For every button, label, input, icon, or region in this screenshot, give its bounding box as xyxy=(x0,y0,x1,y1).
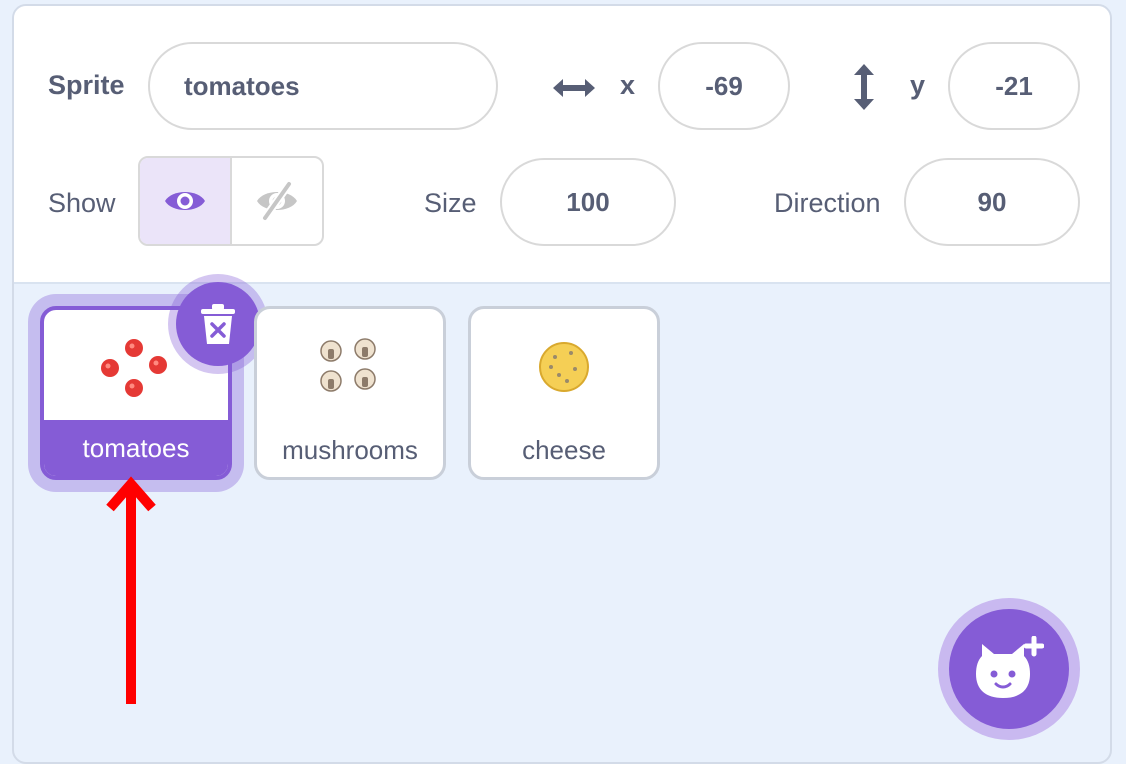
direction-value: 90 xyxy=(977,186,1007,217)
show-button[interactable] xyxy=(140,158,232,244)
direction-label: Direction xyxy=(774,188,881,218)
trash-icon xyxy=(201,304,235,344)
sprite-name-field[interactable]: tomatoes xyxy=(148,42,498,130)
x-value: -69 xyxy=(705,70,743,101)
sprite-tile-cheese[interactable]: cheese xyxy=(468,306,660,480)
sprite-thumbnail xyxy=(257,309,443,427)
x-position-field[interactable]: -69 xyxy=(658,42,790,130)
sprite-thumbnail xyxy=(471,309,657,427)
show-label: Show xyxy=(48,188,116,218)
size-label: Size xyxy=(424,188,477,218)
size-field[interactable]: 100 xyxy=(500,158,676,246)
sprite-pane: Sprite tomatoes x -69 y -21 Show Size 10… xyxy=(12,4,1112,764)
add-sprite-button[interactable] xyxy=(938,598,1080,740)
sprite-tile-label: mushrooms xyxy=(282,434,418,465)
sprite-tile-mushrooms[interactable]: mushrooms xyxy=(254,306,446,480)
sprite-name-value: tomatoes xyxy=(184,70,300,101)
mushroom-slices-icon xyxy=(320,338,376,392)
visibility-toggle xyxy=(138,156,324,246)
hide-button[interactable] xyxy=(232,158,322,244)
x-label: x xyxy=(620,70,636,100)
delete-sprite-button[interactable] xyxy=(176,282,260,366)
sprite-tile-label: tomatoes xyxy=(44,420,228,476)
sprite-tile-label: cheese xyxy=(522,434,606,465)
eye-slash-icon xyxy=(257,181,297,221)
sprite-label: Sprite xyxy=(48,70,125,100)
direction-field[interactable]: 90 xyxy=(904,158,1080,246)
y-position-field[interactable]: -21 xyxy=(948,42,1080,130)
red-arrow-annotation xyxy=(106,476,156,704)
cheese-icon xyxy=(539,342,589,392)
add-sprite-button-inner xyxy=(949,609,1069,729)
cat-plus-icon xyxy=(976,636,1044,698)
vertical-arrows-icon xyxy=(854,64,874,110)
y-value: -21 xyxy=(995,70,1033,101)
sprite-info-panel: Sprite tomatoes x -69 y -21 Show Size 10… xyxy=(14,6,1110,284)
eye-icon xyxy=(165,192,205,210)
horizontal-arrows-icon xyxy=(553,79,595,97)
size-value: 100 xyxy=(566,186,610,217)
y-label: y xyxy=(910,70,926,100)
